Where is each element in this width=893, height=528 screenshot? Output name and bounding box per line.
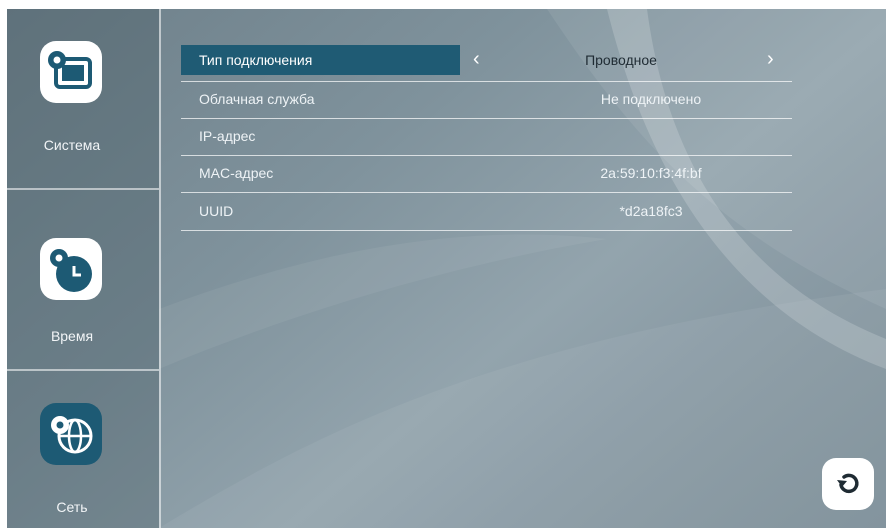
- chevron-left-icon[interactable]: ‹: [473, 48, 480, 71]
- row-value: *d2a18fc3: [619, 203, 683, 219]
- row-divider: [181, 230, 792, 231]
- sidebar-item-network[interactable]: Сеть: [7, 371, 159, 528]
- row-label: Тип подключения: [199, 52, 313, 68]
- sidebar-item-system[interactable]: Система: [7, 9, 159, 187]
- connection-type-row[interactable]: Тип подключения ‹ Проводное ›: [181, 45, 792, 82]
- network-settings-icon: [40, 403, 102, 465]
- connection-type-value: Проводное: [585, 52, 657, 68]
- uuid-row[interactable]: UUID *d2a18fc3: [181, 194, 792, 231]
- mac-address-row[interactable]: MAC-адрес 2a:59:10:f3:4f:bf: [181, 156, 792, 193]
- row-label: MAC-адрес: [199, 165, 274, 181]
- ip-address-row[interactable]: IP-адрес: [181, 119, 792, 156]
- row-value: Не подключено: [600, 91, 702, 107]
- sidebar-item-label: Сеть: [56, 499, 88, 515]
- sidebar-item-time[interactable]: Время: [7, 190, 159, 368]
- chevron-right-icon[interactable]: ›: [767, 48, 774, 71]
- screen: Система Время Сеть Тип подключения ‹ Про…: [7, 9, 886, 528]
- row-label: IP-адрес: [199, 128, 256, 144]
- sidebar-item-label: Система: [43, 137, 101, 153]
- sidebar: Система Время Сеть: [7, 9, 159, 528]
- sidebar-item-label: Время: [50, 328, 94, 344]
- cloud-service-row[interactable]: Облачная служба Не подключено: [181, 82, 792, 119]
- row-divider: [181, 192, 792, 193]
- time-settings-icon: [40, 238, 102, 300]
- settings-screen-icon: [40, 41, 102, 103]
- row-label: Облачная служба: [199, 91, 315, 107]
- row-value: 2a:59:10:f3:4f:bf: [600, 165, 702, 181]
- row-label: UUID: [199, 203, 234, 219]
- refresh-button[interactable]: [822, 458, 874, 510]
- refresh-icon: [837, 473, 859, 494]
- divider: [159, 9, 161, 528]
